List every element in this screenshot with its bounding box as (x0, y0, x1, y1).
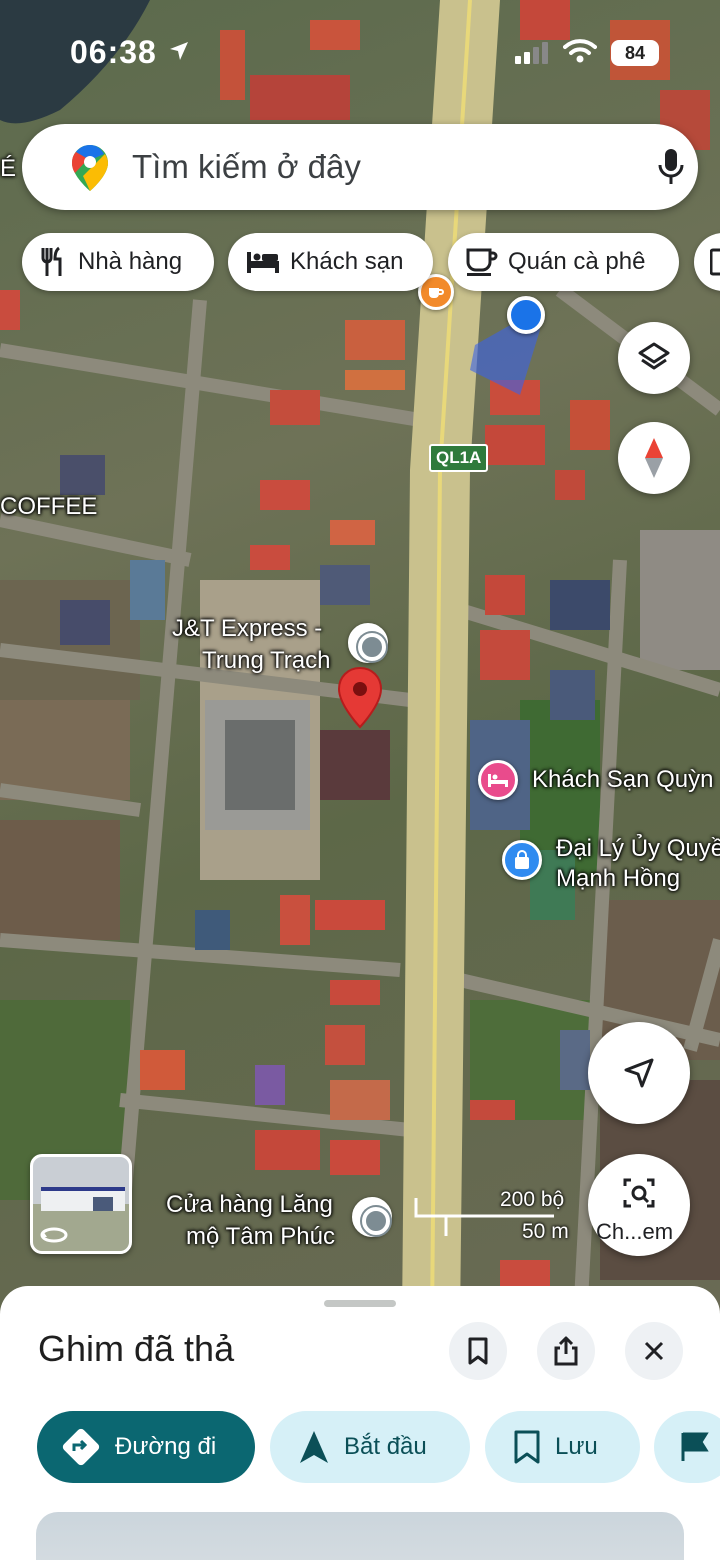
share-button[interactable] (537, 1322, 595, 1380)
jt-express-poi-marker[interactable] (348, 623, 388, 663)
shopping-bag-icon (515, 850, 529, 869)
battery-indicator: 84 (611, 40, 659, 66)
chip-label: Nhà hàng (78, 248, 183, 275)
status-bar: 06:38 84 (0, 0, 720, 100)
microphone-icon[interactable] (658, 148, 684, 186)
shop-poi-marker[interactable] (352, 1197, 392, 1237)
map-label-jt-express-line2[interactable]: Trung Trạch (202, 646, 331, 676)
chip-label: Quán cà phê (508, 248, 646, 275)
chip-label: Khách sạn (290, 248, 404, 275)
scale-metric: 50 m (522, 1220, 569, 1243)
camera-search-icon (623, 1178, 655, 1208)
navigation-arrow-icon (300, 1431, 328, 1463)
directions-icon (62, 1428, 100, 1466)
wifi-icon (563, 39, 597, 63)
fork-knife-icon (41, 246, 62, 276)
directions-button[interactable]: Đường đi (37, 1411, 255, 1483)
cellular-signal-icon (515, 42, 548, 64)
close-button[interactable] (625, 1322, 683, 1380)
layers-button[interactable] (618, 322, 690, 394)
layers-icon (638, 342, 670, 370)
status-time: 06:38 (70, 34, 157, 70)
save-icon-button[interactable] (449, 1322, 507, 1380)
bookmark-icon (468, 1337, 488, 1365)
map-label-shop-line1[interactable]: Cửa hàng Lăng (166, 1190, 333, 1220)
map-label-coffee[interactable]: COFFEE (0, 492, 97, 522)
maps-screen: QL1A É COFFEE J&T Express - Trung Trạch … (0, 0, 720, 1560)
google-maps-logo-icon (72, 145, 108, 191)
map-scale: 200 bộ 50 m (414, 1186, 574, 1246)
close-icon (644, 1341, 664, 1361)
flag-icon (681, 1432, 709, 1461)
agency-poi-marker[interactable] (502, 840, 542, 880)
chip-hotels[interactable]: Khách sạn (228, 233, 433, 291)
street-view-thumbnail[interactable] (30, 1154, 132, 1254)
map-label-shop-line2[interactable]: mộ Tâm Phúc (186, 1222, 335, 1252)
compass-icon (645, 438, 663, 478)
bed-icon (247, 252, 279, 273)
map-label-jt-express-line1[interactable]: J&T Express - (172, 614, 322, 644)
street-view-label: Ch...em (596, 1219, 674, 1244)
search-input[interactable]: Tìm kiếm ở đây (132, 148, 361, 186)
map-label-agency-line1[interactable]: Đại Lý Ủy Quyề (556, 834, 720, 864)
start-button[interactable]: Bắt đầu (270, 1411, 470, 1483)
action-label: Bắt đầu (344, 1433, 427, 1460)
sheet-title: Ghim đã thả (38, 1328, 235, 1369)
current-location-dot (507, 296, 545, 334)
action-label: Đường đi (115, 1433, 217, 1460)
shopping-icon (710, 248, 720, 276)
map-label-left-edge: É (0, 155, 17, 182)
share-icon (554, 1336, 578, 1366)
road-badge-ql1a: QL1A (429, 444, 489, 472)
compass-button[interactable] (618, 422, 690, 494)
map-label-agency-line2[interactable]: Mạnh Hồng (556, 864, 680, 894)
navigation-arrow-icon (624, 1058, 654, 1088)
bookmark-icon (514, 1430, 540, 1464)
map-label-hotel[interactable]: Khách Sạn Quỳn (532, 765, 713, 795)
photo-preview-card[interactable] (36, 1512, 684, 1560)
coffee-cup-icon (466, 248, 498, 276)
action-label: Lưu (555, 1433, 598, 1460)
scale-imperial: 200 bộ (500, 1188, 565, 1211)
chip-cafes[interactable]: Quán cà phê (448, 233, 679, 291)
coffee-cup-icon (429, 288, 444, 298)
location-arrow-icon (170, 42, 188, 60)
sheet-drag-handle[interactable] (324, 1300, 396, 1307)
my-location-button[interactable] (588, 1022, 690, 1124)
hotel-poi-marker[interactable] (478, 760, 518, 800)
chip-restaurants[interactable]: Nhà hàng (22, 233, 214, 291)
search-bar[interactable]: Tìm kiếm ở đây (22, 124, 698, 210)
dropped-pin-icon[interactable] (336, 666, 384, 736)
save-button[interactable]: Lưu (485, 1411, 640, 1483)
rotate-360-icon (40, 1227, 68, 1243)
label-button[interactable] (654, 1411, 720, 1483)
bed-icon (488, 774, 508, 787)
